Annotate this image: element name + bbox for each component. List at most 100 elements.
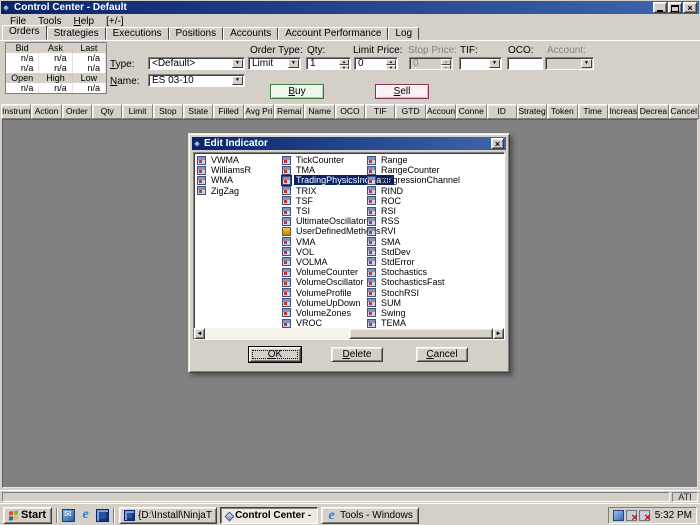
tab-executions[interactable]: Executions bbox=[106, 27, 169, 40]
chevron-down-icon[interactable]: ▼ bbox=[489, 59, 500, 68]
tif-combobox[interactable]: ▼ bbox=[459, 57, 502, 70]
grid-column-qty[interactable]: Qty bbox=[92, 104, 122, 119]
spin-down-icon[interactable]: ▼ bbox=[339, 65, 349, 70]
indicator-item-wma[interactable]: WMA bbox=[197, 175, 282, 185]
grid-column-stop[interactable]: Stop bbox=[153, 104, 183, 119]
grid-column-limit[interactable]: Limit bbox=[122, 104, 152, 119]
grid-column-decrea[interactable]: Decrea bbox=[638, 104, 668, 119]
tab-account-performance[interactable]: Account Performance bbox=[278, 27, 388, 40]
qty-stepper[interactable]: 1 ▲▼ bbox=[306, 57, 351, 70]
indicator-item-ultimateoscillator[interactable]: UltimateOscillator bbox=[282, 216, 367, 226]
task-button-d-install-ninjatrader-6[interactable]: {D:\Install\NinjaTrader 6... bbox=[119, 507, 217, 524]
indicator-item-stderror[interactable]: StdError bbox=[367, 257, 452, 267]
grid-column-accoun[interactable]: Accoun bbox=[426, 104, 456, 119]
grid-column-strateg[interactable]: Strateg bbox=[517, 104, 547, 119]
grid-column-instrum[interactable]: Instrum bbox=[1, 104, 31, 119]
start-button[interactable]: Start bbox=[3, 507, 52, 524]
grid-column-token[interactable]: Token bbox=[547, 104, 577, 119]
grid-column-cancel[interactable]: Cancel bbox=[669, 104, 699, 119]
indicator-item-volumeoscillator[interactable]: VolumeOscillator bbox=[282, 277, 367, 287]
indicator-item-trix[interactable]: TRIX bbox=[282, 186, 367, 196]
tab-orders[interactable]: Orders bbox=[2, 25, 47, 40]
grid-column-avg-pri[interactable]: Avg Pri bbox=[244, 104, 274, 119]
task-button-control-center-defa[interactable]: Control Center - Defa... bbox=[220, 507, 318, 524]
indicator-item-volumeprofile[interactable]: VolumeProfile bbox=[282, 287, 367, 297]
indicator-item-stochasticsfast[interactable]: StochasticsFast bbox=[367, 277, 452, 287]
tab-accounts[interactable]: Accounts bbox=[223, 27, 278, 40]
close-button[interactable]: × bbox=[683, 2, 697, 13]
sell-button[interactable]: Sell bbox=[375, 84, 429, 99]
app-icon[interactable] bbox=[613, 510, 624, 521]
chevron-down-icon[interactable]: ▼ bbox=[232, 76, 243, 85]
indicator-item-sum[interactable]: SUM bbox=[367, 298, 452, 308]
grid-column-filled[interactable]: Filled bbox=[213, 104, 243, 119]
spinner-buttons[interactable]: ▲▼ bbox=[339, 59, 349, 68]
limit-price-stepper[interactable]: 0 ▲▼ bbox=[354, 57, 398, 70]
grid-column-oco[interactable]: OCO bbox=[335, 104, 365, 119]
indicator-item-rind[interactable]: RIND bbox=[367, 186, 452, 196]
scrollbar-track[interactable] bbox=[205, 328, 493, 339]
network-error-icon[interactable] bbox=[626, 510, 637, 521]
indicator-item-rvi[interactable]: RVI bbox=[367, 226, 452, 236]
indicator-item-vwma[interactable]: VWMA bbox=[197, 155, 282, 165]
oco-input[interactable] bbox=[507, 57, 543, 70]
spinner-buttons[interactable]: ▲▼ bbox=[386, 59, 396, 68]
ok-button[interactable]: OK bbox=[249, 347, 301, 362]
indicator-item-tradingphysicsindicator[interactable]: TradingPhysicsIndicator bbox=[282, 175, 367, 185]
delete-button[interactable]: Delete bbox=[331, 347, 383, 362]
instrument-combobox[interactable]: ES 03-10 ▼ bbox=[148, 74, 245, 87]
horizontal-scrollbar[interactable]: ◄ ► bbox=[194, 328, 504, 339]
indicator-item-tma[interactable]: TMA bbox=[282, 165, 367, 175]
indicator-item-vol[interactable]: VOL bbox=[282, 247, 367, 257]
indicator-item-sma[interactable]: SMA bbox=[367, 237, 452, 247]
indicator-item-volumeupdown[interactable]: VolumeUpDown bbox=[282, 298, 367, 308]
menu-item-item[interactable]: [+/-] bbox=[100, 16, 130, 27]
buy-button[interactable]: Buy bbox=[270, 84, 324, 99]
indicator-item-userdefinedmethods[interactable]: UserDefinedMethods bbox=[282, 226, 367, 236]
outlook-icon[interactable] bbox=[62, 509, 75, 522]
spin-down-icon[interactable]: ▼ bbox=[386, 65, 396, 70]
indicator-item-rangecounter[interactable]: RangeCounter bbox=[367, 165, 452, 175]
type-combobox[interactable]: <Default> ▼ bbox=[148, 57, 245, 70]
tab-strategies[interactable]: Strategies bbox=[47, 27, 106, 40]
indicator-item-zigzag[interactable]: ZigZag bbox=[197, 186, 282, 196]
grid-column-name[interactable]: Name bbox=[304, 104, 334, 119]
indicator-item-tema[interactable]: TEMA bbox=[367, 318, 452, 328]
task-button-tools-windows-interne[interactable]: Tools - Windows Interne... bbox=[321, 507, 419, 524]
grid-column-action[interactable]: Action bbox=[31, 104, 61, 119]
indicator-item-volumezones[interactable]: VolumeZones bbox=[282, 308, 367, 318]
ie-icon[interactable] bbox=[79, 509, 92, 522]
indicator-item-stddev[interactable]: StdDev bbox=[367, 247, 452, 257]
grid-column-conne[interactable]: Conne bbox=[456, 104, 486, 119]
dialog-close-button[interactable]: × bbox=[491, 138, 504, 149]
grid-column-id[interactable]: ID bbox=[487, 104, 517, 119]
grid-column-remai[interactable]: Remai bbox=[274, 104, 304, 119]
restore-button[interactable] bbox=[668, 2, 682, 13]
grid-column-gtd[interactable]: GTD bbox=[395, 104, 425, 119]
indicator-item-tsf[interactable]: TSF bbox=[282, 196, 367, 206]
indicator-item-williamsr[interactable]: WilliamsR bbox=[197, 165, 282, 175]
app-window-icon[interactable] bbox=[96, 509, 109, 522]
grid-column-order[interactable]: Order bbox=[62, 104, 92, 119]
indicator-item-vma[interactable]: VMA bbox=[282, 237, 367, 247]
indicator-item-rss[interactable]: RSS bbox=[367, 216, 452, 226]
chevron-down-icon[interactable]: ▼ bbox=[232, 59, 243, 68]
scrollbar-thumb[interactable] bbox=[349, 328, 493, 339]
indicator-item-rsi[interactable]: RSI bbox=[367, 206, 452, 216]
indicator-item-volma[interactable]: VOLMA bbox=[282, 257, 367, 267]
cancel-button[interactable]: Cancel bbox=[416, 347, 468, 362]
grid-column-increas[interactable]: Increas bbox=[608, 104, 638, 119]
indicator-item-roc[interactable]: ROC bbox=[367, 196, 452, 206]
scroll-left-icon[interactable]: ◄ bbox=[194, 328, 205, 339]
network-error-icon[interactable] bbox=[639, 510, 650, 521]
minimize-button[interactable] bbox=[653, 2, 667, 13]
indicator-item-tsi[interactable]: TSI bbox=[282, 206, 367, 216]
indicator-item-regressionchannel[interactable]: RegressionChannel bbox=[367, 175, 452, 185]
scroll-right-icon[interactable]: ► bbox=[493, 328, 504, 339]
grid-column-state[interactable]: State bbox=[183, 104, 213, 119]
order-type-combobox[interactable]: Limit ▼ bbox=[248, 57, 301, 70]
indicator-item-range[interactable]: Range bbox=[367, 155, 452, 165]
grid-column-tif[interactable]: TIF bbox=[365, 104, 395, 119]
menu-item-help[interactable]: Help bbox=[67, 16, 100, 27]
indicator-item-stochrsi[interactable]: StochRSI bbox=[367, 287, 452, 297]
